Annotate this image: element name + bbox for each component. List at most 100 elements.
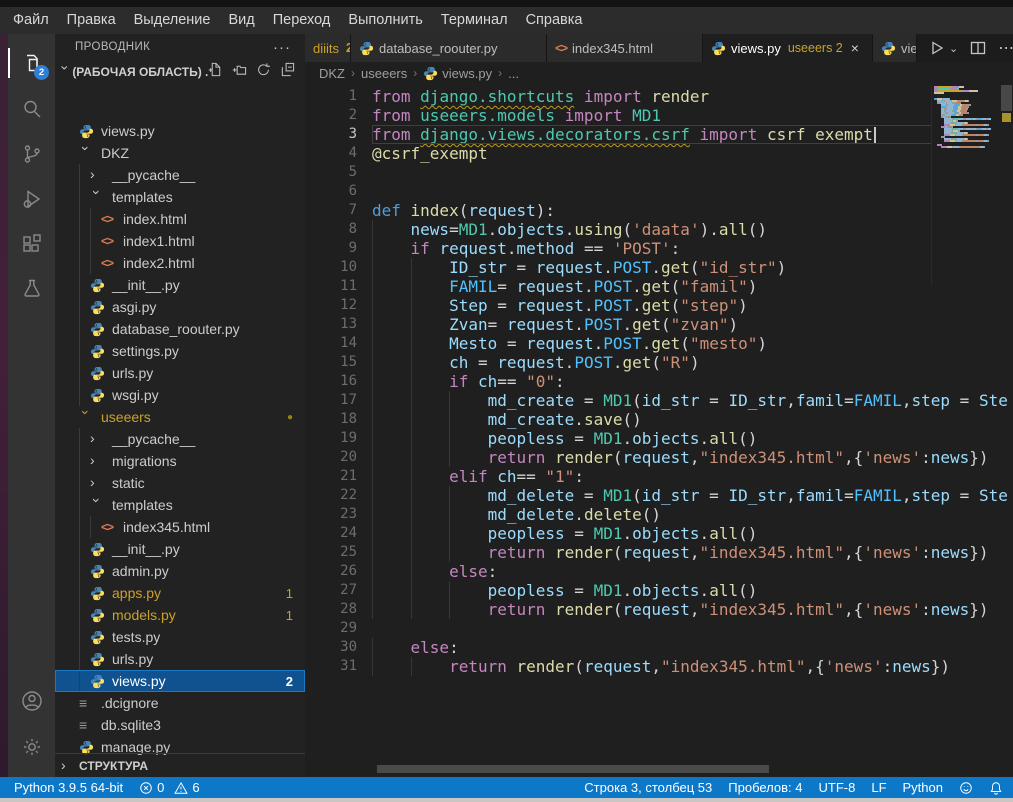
tree-item-admin.py[interactable]: admin.py [55, 560, 305, 582]
settings-icon[interactable] [8, 728, 55, 766]
tree-item-DKZ[interactable]: ›DKZ [55, 142, 305, 164]
tab-database_roouter.py[interactable]: database_roouter.py [351, 34, 547, 62]
menu-item-переход[interactable]: Переход [264, 7, 340, 34]
tab-description: useeers 2 [788, 41, 843, 55]
tree-item-tests.py[interactable]: tests.py [55, 626, 305, 648]
source-control-icon[interactable] [8, 135, 55, 173]
split-editor-icon[interactable] [970, 40, 986, 56]
tree-item-asgi.py[interactable]: asgi.py [55, 296, 305, 318]
tree-item-static[interactable]: ›static [55, 472, 305, 494]
code-line-29 [372, 619, 932, 638]
testing-icon[interactable] [8, 270, 55, 308]
problems-badge: 2 [286, 674, 305, 689]
tree-item-urls.py[interactable]: urls.py [55, 362, 305, 384]
tree-item-index1.html[interactable]: <>index1.html [55, 230, 305, 252]
menu-bar: ФайлПравкаВыделениеВидПереходВыполнитьТе… [0, 7, 1013, 34]
tree-item-templates[interactable]: ›templates [55, 494, 305, 516]
menu-item-выделение[interactable]: Выделение [125, 7, 220, 34]
editor-actions: ⌄⋯ [917, 34, 1013, 62]
breadcrumb-item-useeers[interactable]: useeers [361, 66, 407, 81]
tree-item-apps.py[interactable]: apps.py1 [55, 582, 305, 604]
outline-section-header[interactable]: › СТРУКТУРА [55, 753, 305, 777]
refresh-icon[interactable] [256, 62, 271, 82]
explorer-more-actions-icon[interactable]: ··· [273, 39, 291, 56]
tree-item-models.py[interactable]: models.py1 [55, 604, 305, 626]
horizontal-scrollbar-thumb[interactable] [377, 765, 769, 773]
breadcrumb-item-views.py[interactable]: views.py [423, 66, 492, 81]
tree-item-views.py[interactable]: views.py [55, 120, 305, 142]
new-folder-icon[interactable] [232, 62, 247, 82]
tree-item-label: wsgi.py [112, 387, 159, 403]
search-icon[interactable] [8, 90, 55, 128]
vertical-scrollbar[interactable] [1000, 84, 1013, 777]
extensions-icon[interactable] [8, 225, 55, 263]
tab-label: views.py [731, 41, 781, 56]
menu-item-справка[interactable]: Справка [517, 7, 592, 34]
menu-item-файл[interactable]: Файл [4, 7, 58, 34]
run-debug-icon[interactable] [8, 180, 55, 218]
new-file-icon[interactable] [208, 62, 223, 82]
menu-item-выполнить[interactable]: Выполнить [339, 7, 431, 34]
explorer-icon[interactable]: 2 [8, 44, 55, 82]
workspace-section-header[interactable]: › (РАБОЧАЯ ОБЛАСТЬ) ... [55, 60, 305, 84]
python-interpreter-indicator[interactable]: Python 3.9.5 64-bit [14, 780, 123, 795]
indentation-indicator[interactable]: Пробелов: 4 [728, 780, 802, 795]
cursor-position-indicator[interactable]: Строка 3, столбец 53 [584, 780, 712, 795]
line-number: 1 [305, 87, 357, 106]
workspace-label: (РАБОЧАЯ ОБЛАСТЬ) ... [72, 65, 208, 79]
tree-item-__init__.py[interactable]: __init__.py [55, 538, 305, 560]
line-number: 19 [305, 429, 357, 448]
code-line-21: elif ch== "1": [372, 467, 932, 486]
feedback-smiley-icon[interactable] [959, 781, 973, 795]
notifications-bell-icon[interactable] [989, 781, 1003, 795]
line-number: 21 [305, 467, 357, 486]
breadcrumb-item-...[interactable]: ... [508, 66, 519, 81]
tree-item-wsgi.py[interactable]: wsgi.py [55, 384, 305, 406]
encoding-indicator[interactable]: UTF-8 [819, 780, 856, 795]
tree-item-label: .dcignore [101, 695, 159, 711]
tab-diiits[interactable]: diiits2● [305, 34, 351, 62]
tree-item-__init__.py[interactable]: __init__.py [55, 274, 305, 296]
line-number: 11 [305, 277, 357, 296]
tab-views.py[interactable]: views.py useeers 2 × [703, 34, 873, 62]
menu-item-правка[interactable]: Правка [58, 7, 125, 34]
menu-item-вид[interactable]: Вид [219, 7, 263, 34]
run-button[interactable] [929, 40, 945, 56]
tree-item-settings.py[interactable]: settings.py [55, 340, 305, 362]
vertical-scrollbar-thumb[interactable] [1001, 85, 1012, 111]
explorer-badge: 2 [34, 65, 49, 80]
tree-item-useeers[interactable]: ›useeers● [55, 406, 305, 428]
run-dropdown-chevron-icon[interactable]: ⌄ [949, 42, 958, 55]
code-line-10: ID_str = request.POST.get("id_str") [372, 258, 932, 277]
tab-vie[interactable]: vie [873, 34, 917, 62]
tree-item-migrations[interactable]: ›migrations [55, 450, 305, 472]
tree-item-urls.py[interactable]: urls.py [55, 648, 305, 670]
tree-item-index345.html[interactable]: <>index345.html [55, 516, 305, 538]
language-mode-indicator[interactable]: Python [903, 780, 943, 795]
tree-item-label: db.sqlite3 [101, 717, 161, 733]
eol-indicator[interactable]: LF [871, 780, 886, 795]
tree-item-db.sqlite3[interactable]: ≡db.sqlite3 [55, 714, 305, 736]
account-icon[interactable] [8, 682, 55, 720]
breadcrumb-item-DKZ[interactable]: DKZ [319, 66, 345, 81]
close-icon[interactable]: × [851, 40, 859, 56]
code-line-12: Step = request.POST.get("step") [372, 296, 932, 315]
tab-index345.html[interactable]: <>index345.html [547, 34, 703, 62]
tree-item-__pycache__[interactable]: ›__pycache__ [55, 428, 305, 450]
collapse-all-icon[interactable] [280, 62, 295, 82]
tree-item-index2.html[interactable]: <>index2.html [55, 252, 305, 274]
code-line-11: FAMIL= request.POST.get("famil") [372, 277, 932, 296]
tree-item-index.html[interactable]: <>index.html [55, 208, 305, 230]
code-editor[interactable]: 1234567891011121314151617181920212223242… [305, 84, 1013, 777]
tree-item-__pycache__[interactable]: ›__pycache__ [55, 164, 305, 186]
tree-item-templates[interactable]: ›templates [55, 186, 305, 208]
problems-indicator[interactable]: 06 [139, 780, 199, 795]
more-actions-icon[interactable]: ⋯ [998, 38, 1013, 58]
tree-item-views.py[interactable]: views.py2 [55, 670, 305, 692]
chevron-down-icon: › [89, 498, 105, 512]
minimap[interactable] [931, 86, 1000, 286]
line-number: 4 [305, 144, 357, 163]
menu-item-терминал[interactable]: Терминал [432, 7, 517, 34]
tree-item-.dcignore[interactable]: ≡.dcignore [55, 692, 305, 714]
tree-item-database_roouter.py[interactable]: database_roouter.py [55, 318, 305, 340]
